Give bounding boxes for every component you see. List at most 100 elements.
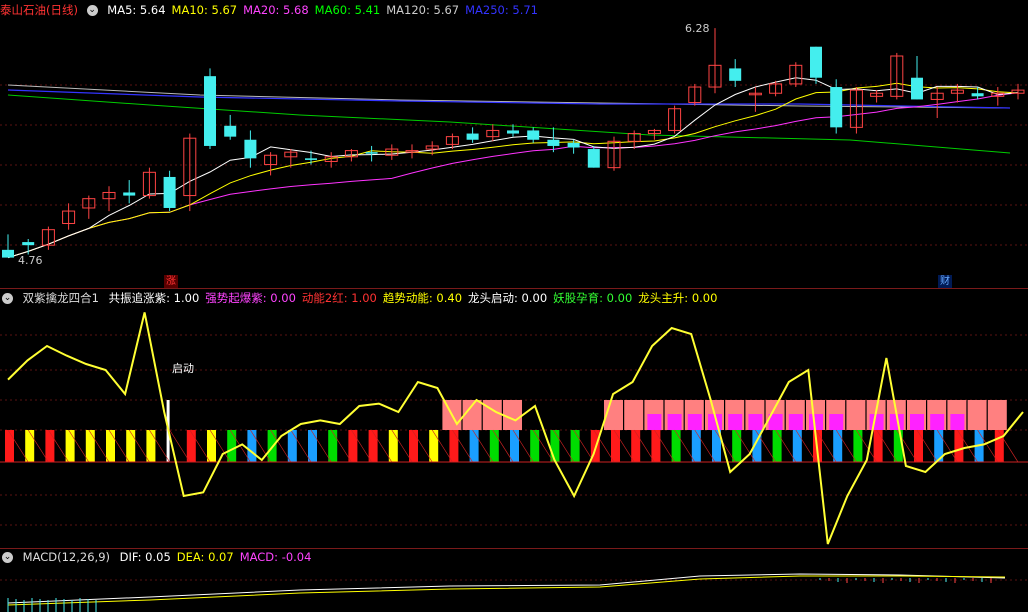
candle-body-down	[507, 130, 519, 134]
signal-bar-red	[954, 430, 964, 462]
signal-magenta-bar	[829, 414, 844, 430]
signal-bar-red	[5, 430, 14, 462]
candle-body-down	[971, 93, 984, 97]
macd-field-2: MACD: -0.04	[239, 550, 312, 564]
signal-bar-yellow	[106, 430, 115, 462]
signal-pink-bar	[967, 400, 987, 430]
signal-pink-bar	[624, 400, 644, 430]
candle-body-down	[123, 192, 136, 196]
signal-bar-blue	[691, 430, 701, 462]
indicator-header: ⌄ 双紫擒龙四合1 共振追涨紫: 1.00 强势起爆紫: 0.00 动能2红: 1.…	[0, 290, 729, 306]
high-price-label: 6.28	[685, 22, 710, 35]
signal-bar-red	[914, 430, 923, 462]
signal-magenta-bar	[910, 414, 924, 430]
low-price-label: 4.76	[18, 254, 43, 267]
candle-body-down	[567, 142, 580, 148]
signal-bar-green	[328, 430, 338, 462]
candle-body-down	[810, 46, 822, 78]
signal-bar-blue	[247, 430, 257, 462]
signal-magenta-bar	[809, 414, 823, 430]
ma10-line	[7, 82, 1019, 259]
signal-bar-blue	[792, 430, 802, 462]
signal-bar-blue	[308, 430, 317, 462]
signal-bar-red	[45, 430, 55, 462]
signal-bar-blue	[469, 430, 479, 462]
indicator-field-3: 趋势动能: 0.40	[382, 291, 463, 305]
signal-pink-bar	[846, 400, 866, 430]
signal-bar-yellow	[85, 430, 95, 462]
signal-bar-blue	[833, 430, 843, 462]
panel-divider-1	[0, 288, 1028, 289]
macd-field-1: DEA: 0.07	[176, 550, 234, 564]
signal-bar-red	[186, 430, 196, 462]
signal-bar-red	[368, 430, 378, 462]
signal-bar-yellow	[126, 430, 136, 462]
signal-bar-red	[873, 430, 883, 462]
signal-magenta-bar	[748, 414, 763, 430]
tag-zhang[interactable]: 涨	[164, 275, 178, 288]
candle-body-down	[587, 149, 600, 168]
candle-body-down	[244, 139, 257, 159]
signal-bar-green	[732, 430, 742, 462]
candle-body-down	[729, 68, 742, 81]
ma20-line	[7, 92, 1019, 259]
tag-cai[interactable]: 财	[938, 275, 952, 288]
signal-bar-green	[772, 430, 782, 462]
indicator-field-4: 龙头启动: 0.00	[468, 291, 548, 305]
indicator-fields: 共振追涨紫: 1.00 强势起爆紫: 0.00 动能2红: 1.00 趋势动能: 0.…	[109, 291, 724, 305]
signal-bar-yellow	[207, 430, 216, 462]
indicator-field-1: 强势起爆紫: 0.00	[205, 291, 296, 305]
signal-bar-yellow	[146, 430, 156, 462]
indicator-field-5: 妖股孕育: 0.00	[553, 291, 633, 305]
candle-body-down	[2, 249, 14, 258]
indicator-settings-icon[interactable]: ⌄	[2, 293, 13, 304]
ma60-line	[7, 94, 1011, 154]
signal-bar-yellow	[388, 430, 398, 462]
macd-fields: DIF: 0.05 DEA: 0.07 MACD: -0.04	[120, 550, 318, 564]
signal-bar-red	[651, 430, 661, 462]
signal-bar-red	[348, 430, 358, 462]
indicator-title: 双紫擒龙四合1	[22, 291, 99, 305]
signal-bar-blue	[510, 430, 519, 462]
macd-header: ⌄ MACD(12,26,9) DIF: 0.05 DEA: 0.07 MACD: …	[0, 549, 323, 565]
candle-body-down	[547, 139, 560, 146]
signal-magenta-bar	[788, 414, 803, 430]
signal-bar-green	[550, 430, 560, 462]
candle-body-down	[22, 242, 35, 246]
indicator-field-2: 动能2红: 1.00	[301, 291, 377, 305]
signal-magenta-bar	[647, 414, 662, 430]
macd-settings-icon[interactable]: ⌄	[2, 552, 13, 563]
signal-magenta-bar	[950, 414, 965, 430]
signal-bar-green	[227, 430, 237, 462]
candle-body-down	[527, 130, 540, 140]
signal-qidong-label: 启动	[172, 362, 194, 375]
candle-body-down	[830, 87, 843, 128]
candle-body-down	[911, 77, 923, 100]
candle-body-down	[163, 176, 176, 208]
signal-magenta-bar	[930, 414, 945, 430]
signal-bar-yellow	[65, 430, 75, 462]
signal-magenta-bar	[687, 414, 702, 430]
signal-bar-green	[489, 430, 499, 462]
macd-title: MACD(12,26,9)	[22, 550, 110, 564]
candle-body-down	[365, 152, 378, 154]
signal-magenta-bar	[869, 414, 884, 430]
macd-field-0: DIF: 0.05	[119, 550, 171, 564]
candle-body-down	[224, 125, 237, 137]
signal-bar-red	[449, 430, 459, 462]
chart-canvas	[0, 28, 1028, 612]
signal-bar-yellow	[429, 430, 439, 462]
signal-bar-red	[994, 430, 1004, 462]
signal-bar-red	[611, 430, 620, 462]
signal-bar-green	[671, 430, 681, 462]
signal-bar-green	[530, 430, 540, 462]
signal-bar-green	[853, 430, 863, 462]
signal-bar-green	[570, 430, 580, 462]
signal-magenta-bar	[728, 414, 743, 430]
candle-body-down	[466, 133, 479, 140]
signal-bar-red	[631, 430, 641, 462]
indicator-field-0: 共振追涨紫: 1.00	[108, 291, 200, 305]
signal-bar-red	[409, 430, 418, 462]
signal-magenta-bar	[667, 414, 682, 430]
candle-body-down	[305, 158, 317, 160]
